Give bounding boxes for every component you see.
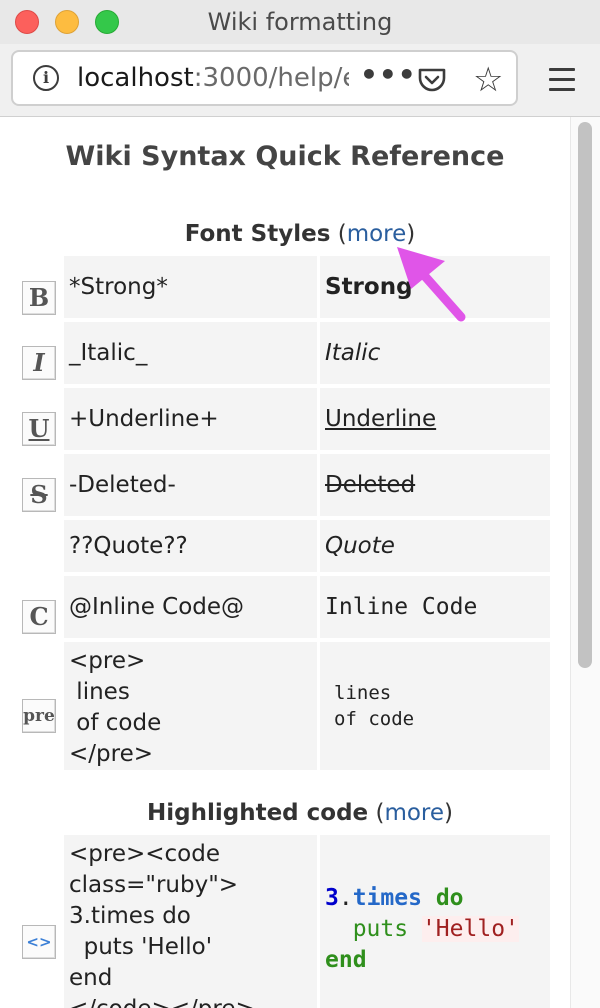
italic-result: Italic xyxy=(325,340,381,366)
url-path: :3000/help/en/wiki_syntax xyxy=(193,63,349,93)
font-styles-more-link[interactable]: more xyxy=(347,221,407,247)
highlighted-code-more-link[interactable]: more xyxy=(384,800,444,826)
deleted-result-cell: Deleted xyxy=(320,454,550,516)
inline-code-syntax-cell: @Inline Code@ xyxy=(64,576,317,638)
highlighted-result-line-3: end xyxy=(325,945,545,976)
highlighted-code-heading-text: Highlighted code xyxy=(147,800,369,826)
italic-syntax: _Italic_ xyxy=(69,340,148,366)
deleted-syntax-cell: -Deleted- xyxy=(64,454,317,516)
info-icon[interactable]: i xyxy=(33,65,59,91)
page-actions-overflow-icon[interactable]: ••• xyxy=(360,58,417,91)
page-title: Wiki Syntax Quick Reference xyxy=(65,141,505,172)
font-styles-heading-text: Font Styles xyxy=(184,221,331,247)
highlighted-syntax-cell: <pre><code class="ruby"> 3.times do puts '… xyxy=(64,835,317,1008)
url-bar[interactable]: i localhost:3000/help/en/wiki_syntax •••… xyxy=(11,50,518,106)
highlighted-result-cell: 3.times do puts 'Hello' end xyxy=(320,835,550,1008)
strong-syntax: *Strong* xyxy=(69,274,168,300)
highlighted-syntax-line: end xyxy=(69,965,113,991)
highlighted-result-line-1: 3.times do xyxy=(325,883,545,914)
scrollbar-thumb[interactable] xyxy=(578,122,592,668)
underline-result-cell: Underline xyxy=(320,388,550,450)
code-number: 3 xyxy=(325,885,339,911)
pre-syntax-line: </pre> xyxy=(69,741,153,767)
code-string: 'Hello' xyxy=(421,916,519,942)
code-call: puts xyxy=(352,916,409,942)
bookmark-star-icon[interactable]: ☆ xyxy=(473,60,503,100)
url-text[interactable]: localhost:3000/help/en/wiki_syntax xyxy=(77,63,349,93)
inline-code-icon: C xyxy=(22,600,56,634)
code-keyword-do: do xyxy=(435,885,464,911)
annotation-arrow-icon xyxy=(397,247,466,322)
quote-result: Quote xyxy=(325,533,395,559)
font-styles-heading: Font Styles (more) xyxy=(184,221,416,247)
pre-result-line: lines xyxy=(334,682,392,704)
strong-syntax-cell: *Strong* xyxy=(64,256,317,318)
underline-result: Underline xyxy=(325,406,437,432)
quote-syntax: ??Quote?? xyxy=(69,533,188,559)
pre-result-line: of code xyxy=(334,708,415,730)
hamburger-menu-icon[interactable] xyxy=(549,68,575,98)
italic-syntax-cell: _Italic_ xyxy=(64,322,317,384)
url-host: localhost xyxy=(77,63,194,93)
highlighted-syntax-line: class="ruby"> xyxy=(69,872,239,898)
highlighted-code-heading: Highlighted code (more) xyxy=(147,800,453,826)
page-content: Wiki Syntax Quick Reference Font Styles … xyxy=(0,117,570,1008)
pre-syntax-line: <pre> xyxy=(69,648,146,674)
code-keyword-end: end xyxy=(325,947,367,973)
highlighted-syntax-line: </code></pre> xyxy=(69,994,312,1008)
highlighted-syntax-line: puts 'Hello' xyxy=(69,934,213,960)
inline-code-result: Inline Code xyxy=(325,594,478,620)
deleted-syntax: -Deleted- xyxy=(69,472,176,498)
pre-syntax-cell: <pre> lines of code </pre> xyxy=(64,642,317,770)
quote-result-cell: Quote xyxy=(320,520,550,572)
code-brackets-icon: <> xyxy=(22,925,56,959)
browser-toolbar: i localhost:3000/help/en/wiki_syntax •••… xyxy=(0,44,600,117)
highlighted-result-line-2: puts 'Hello' xyxy=(325,914,545,945)
bold-icon: B xyxy=(22,281,56,315)
code-method: times xyxy=(352,885,422,911)
pre-result-cell: lines of code xyxy=(320,642,550,770)
pre-icon: pre xyxy=(22,699,56,733)
inline-code-syntax: @Inline Code@ xyxy=(69,594,245,620)
window-titlebar: Wiki formatting xyxy=(0,0,600,44)
inline-code-result-cell: Inline Code xyxy=(320,576,550,638)
underline-syntax-cell: +Underline+ xyxy=(64,388,317,450)
highlighted-syntax-line: <pre><code xyxy=(69,841,220,867)
pre-syntax-line: lines xyxy=(69,679,130,705)
italic-result-cell: Italic xyxy=(320,322,550,384)
pre-syntax-line: of code xyxy=(69,710,162,736)
quote-syntax-cell: ??Quote?? xyxy=(64,520,317,572)
italic-icon: I xyxy=(22,346,56,380)
underline-syntax: +Underline+ xyxy=(69,406,219,432)
highlighted-syntax-line: 3.times do xyxy=(69,903,191,929)
underline-icon: U xyxy=(22,412,56,446)
window-title: Wiki formatting xyxy=(207,8,393,36)
strikethrough-icon: S xyxy=(22,478,56,512)
pocket-icon[interactable] xyxy=(417,67,447,93)
code-dot: . xyxy=(338,885,353,911)
deleted-result: Deleted xyxy=(325,472,416,498)
